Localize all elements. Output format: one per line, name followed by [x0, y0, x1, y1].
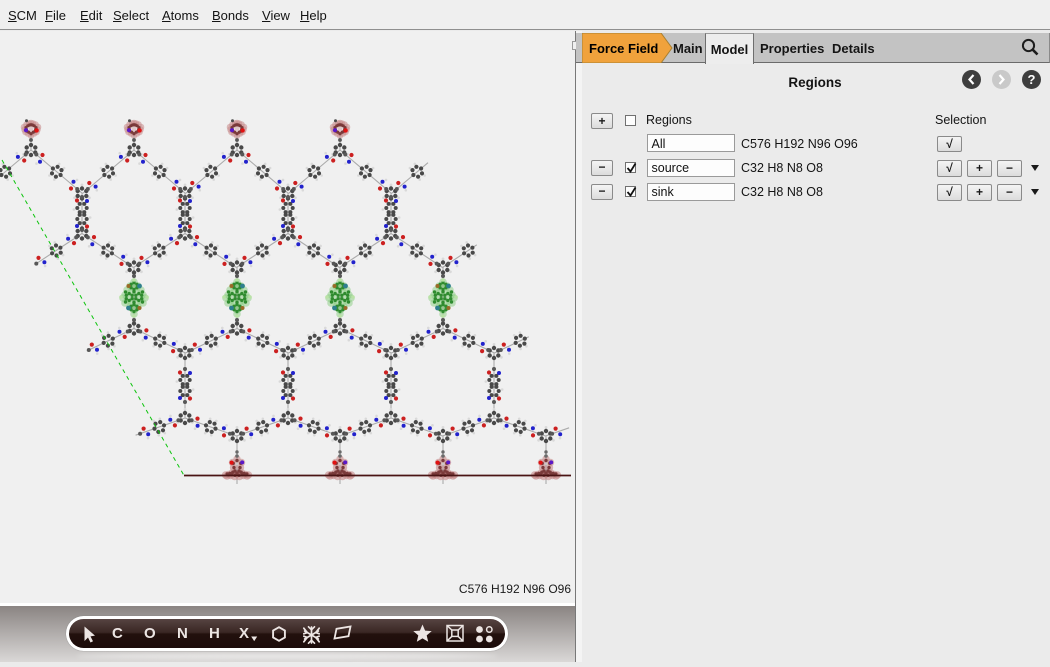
svg-text:?: ?	[1027, 72, 1035, 87]
